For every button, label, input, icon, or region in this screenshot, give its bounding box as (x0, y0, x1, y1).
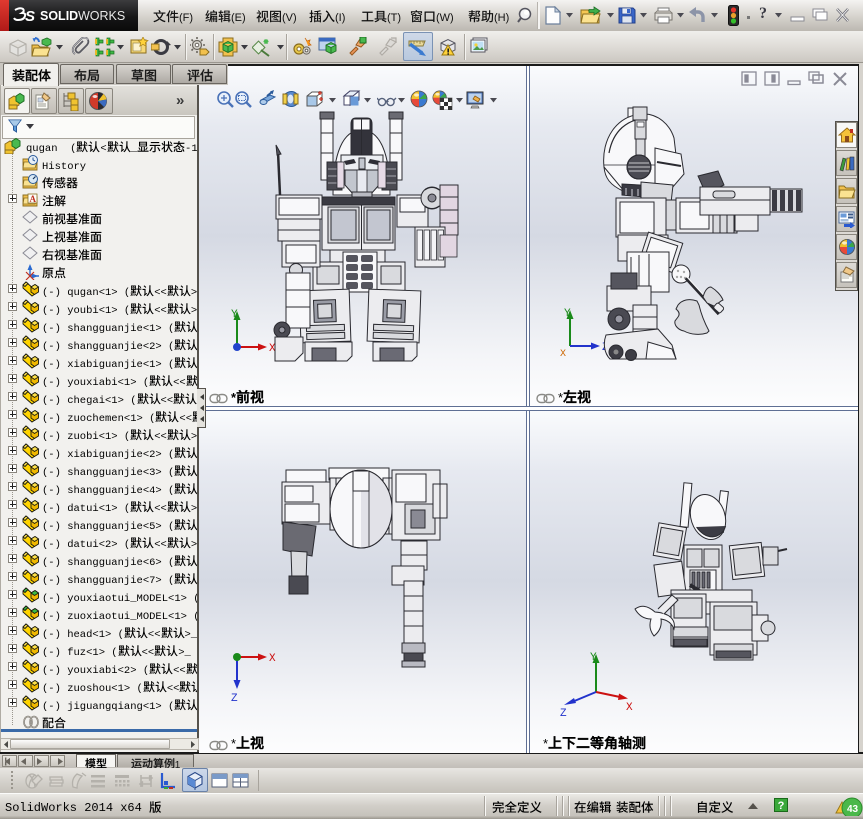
svg-text:43: 43 (847, 804, 859, 815)
svg-text:S: S (25, 8, 35, 25)
svg-text:Y: Y (590, 652, 597, 664)
svg-text:Y: Y (231, 309, 238, 321)
svg-text:A: A (30, 194, 37, 204)
svg-text:X: X (560, 349, 566, 360)
svg-text:Z: Z (231, 693, 238, 705)
svg-text:X: X (626, 702, 633, 714)
svg-text:SOLID: SOLID (40, 9, 78, 23)
svg-text:WORKS: WORKS (78, 9, 125, 23)
svg-text:Y: Y (564, 308, 571, 320)
svg-text:Z: Z (560, 708, 567, 720)
